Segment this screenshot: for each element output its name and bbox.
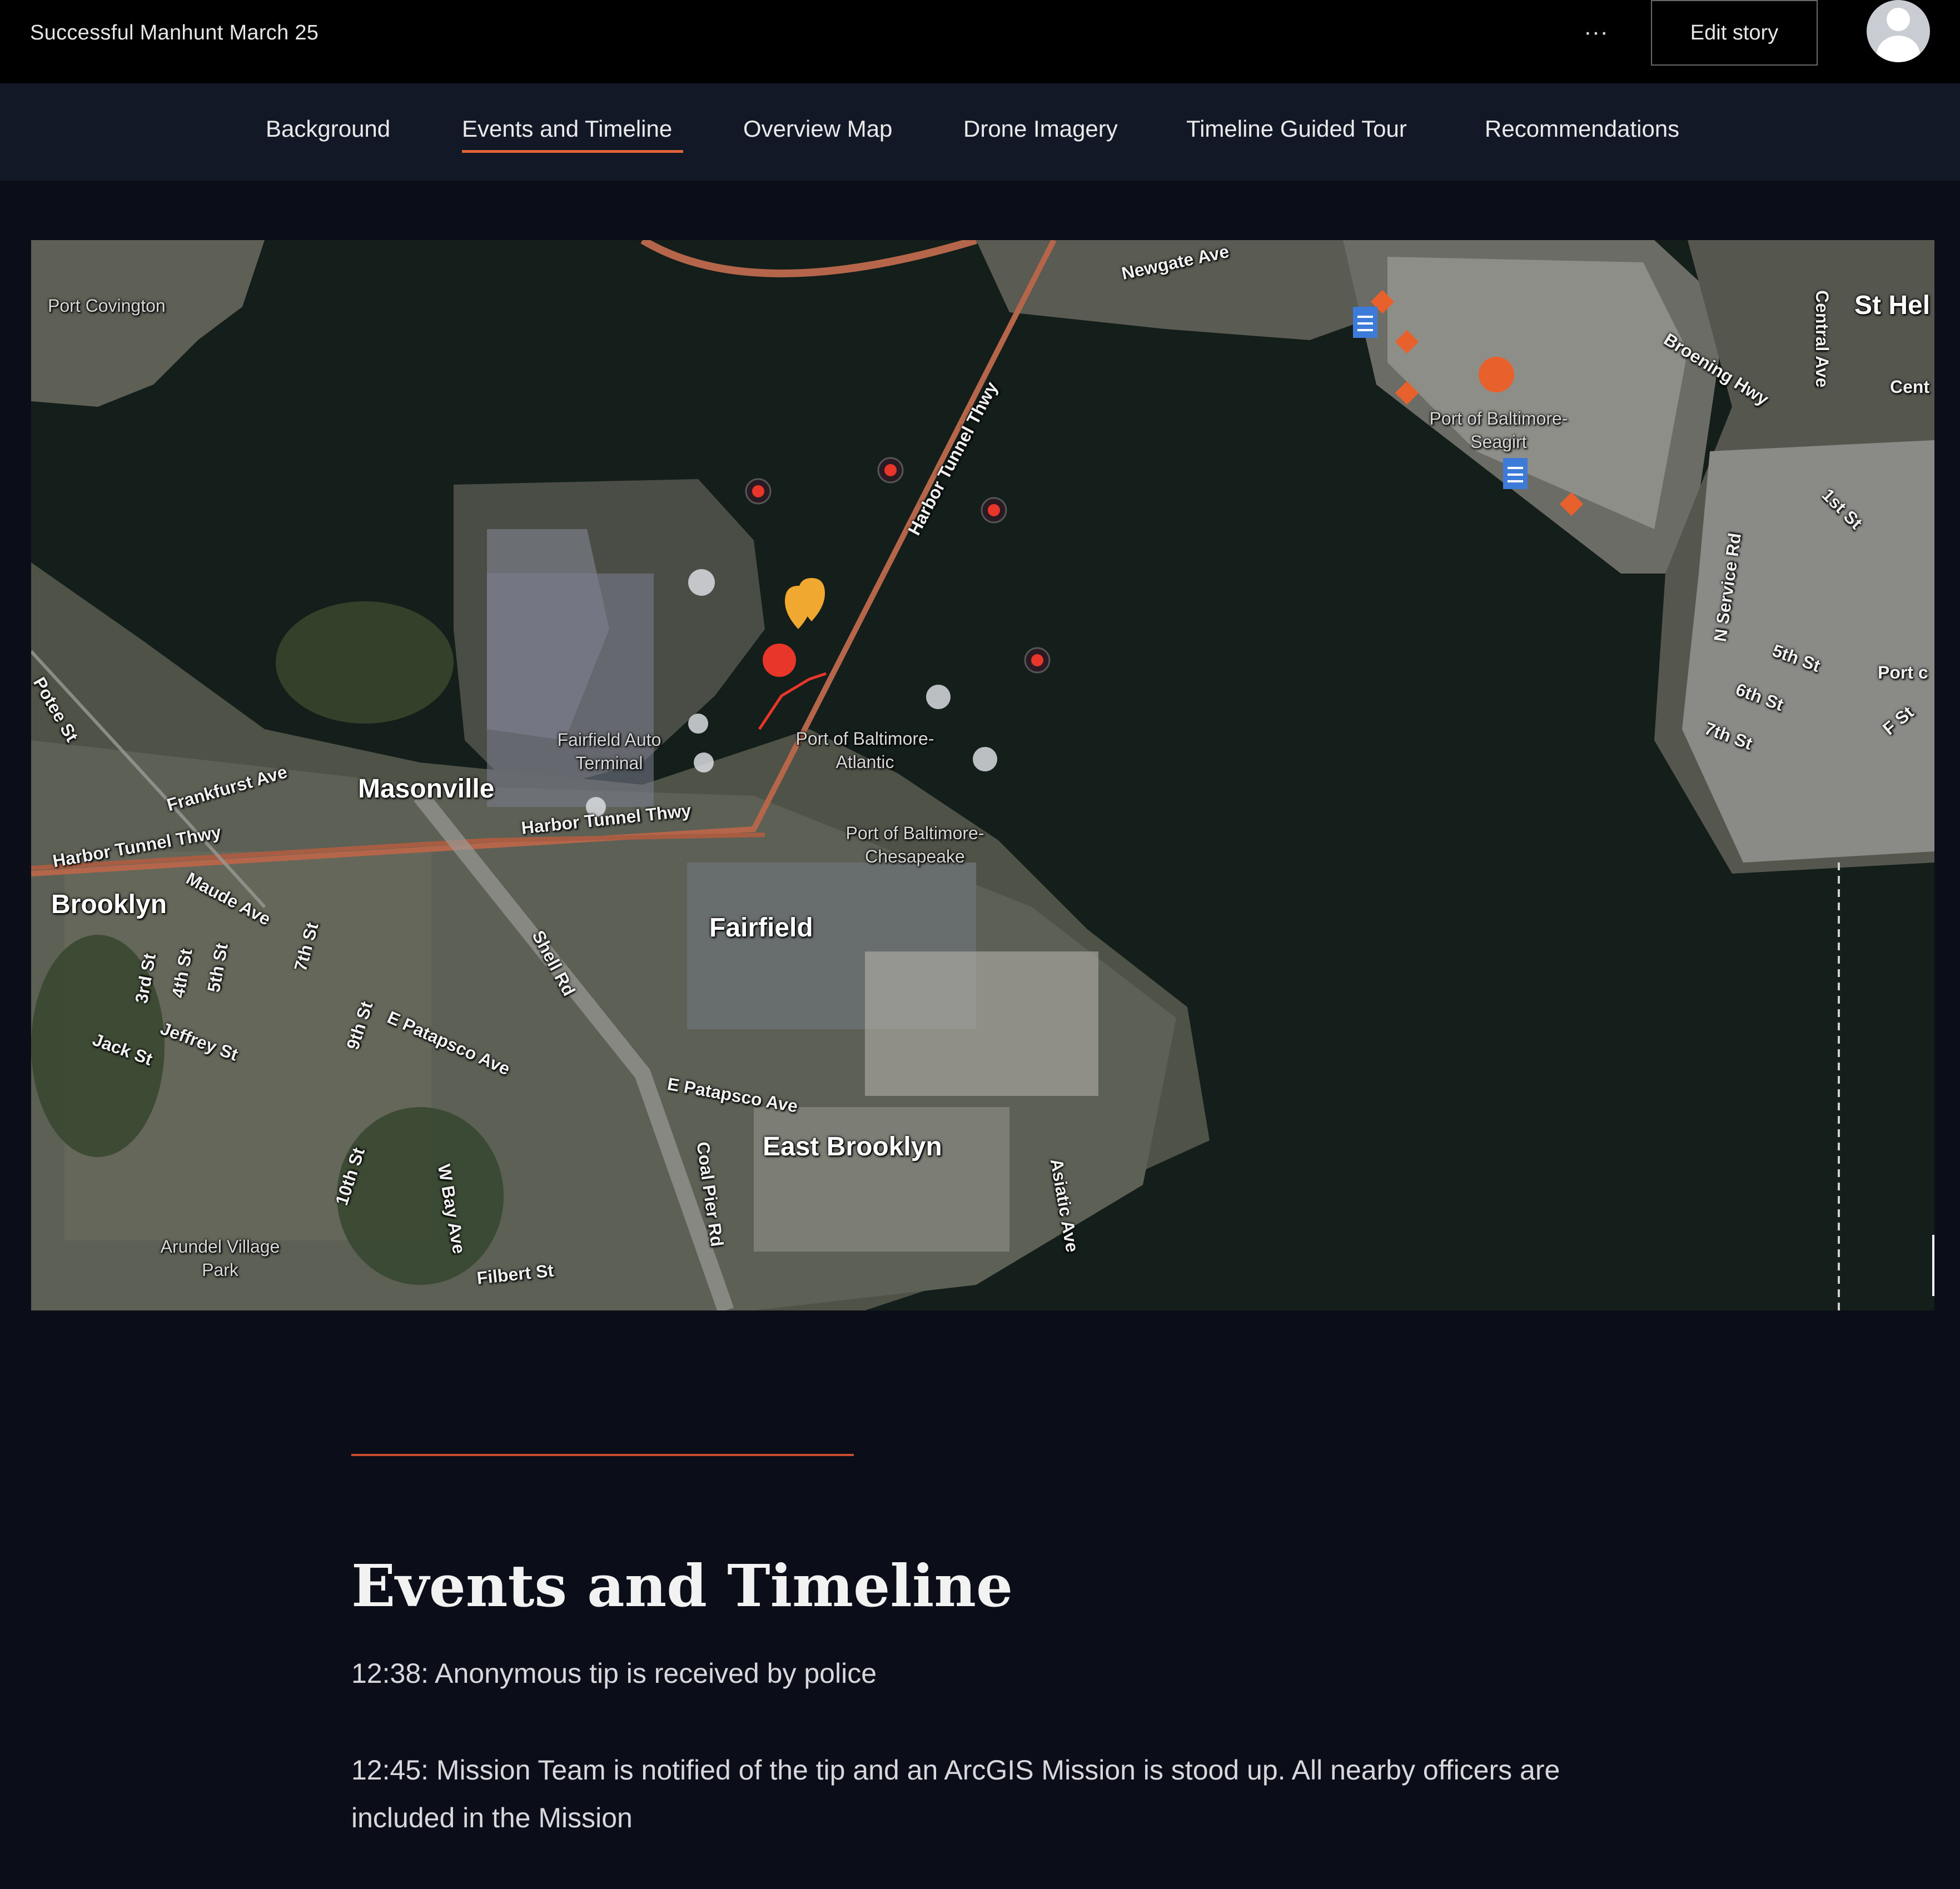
story-navigation: Background Events and Timeline Overview … xyxy=(0,83,1960,181)
map-label-cent: Cent xyxy=(1890,377,1930,397)
diamond-marker-icon[interactable] xyxy=(1559,492,1584,516)
user-avatar-icon[interactable] xyxy=(1867,0,1930,62)
map-label-st-helena: St Hel xyxy=(1854,291,1931,320)
map-label-port-chesapeake: Port of Baltimore-Chesapeake xyxy=(845,823,984,866)
map-label-seagirt: Port of Baltimore-Seagirt xyxy=(1429,408,1568,452)
document-icon[interactable] xyxy=(1353,307,1377,338)
nav-item-drone-imagery[interactable]: Drone Imagery xyxy=(963,116,1118,142)
map-label-arundel-village-park: Arundel Village Park xyxy=(160,1237,280,1280)
section-divider xyxy=(351,1454,854,1456)
nav-item-recommendations[interactable]: Recommendations xyxy=(1485,116,1679,142)
section-heading: Events and Timeline xyxy=(351,1552,1013,1620)
map-label-brooklyn: Brooklyn xyxy=(51,890,167,919)
map-label-port-atlantic: Port of Baltimore-Atlantic xyxy=(795,729,934,772)
document-icon[interactable] xyxy=(1503,458,1528,489)
timeline-entry: 12:38: Anonymous tip is received by poli… xyxy=(351,1658,877,1689)
timeline-entry: 12:45: Mission Team is notified of the t… xyxy=(351,1755,1560,1833)
nav-item-overview-map[interactable]: Overview Map xyxy=(743,116,892,142)
nav-item-timeline-guided-tour[interactable]: Timeline Guided Tour xyxy=(1186,116,1407,142)
police-marker-icon[interactable] xyxy=(745,478,772,505)
police-marker-icon[interactable] xyxy=(981,497,1007,524)
nav-item-background[interactable]: Background xyxy=(266,116,390,142)
map-label-port-covington: Port Covington xyxy=(48,296,166,316)
story-title: Successful Manhunt March 25 xyxy=(30,21,319,44)
incident-marker-icon[interactable] xyxy=(1479,357,1514,392)
incident-marker-icon[interactable] xyxy=(763,644,796,677)
pin-icon[interactable] xyxy=(785,578,825,629)
map-label-fairfield-auto-terminal: Fairfield Auto Terminal xyxy=(557,730,661,773)
diamond-marker-icon[interactable] xyxy=(1395,330,1419,354)
edit-story-button[interactable]: Edit story xyxy=(1651,0,1818,66)
map-label-fairfield: Fairfield xyxy=(709,913,813,943)
diamond-marker-icon[interactable] xyxy=(1395,381,1419,405)
top-bar: Successful Manhunt March 25 ··· Edit sto… xyxy=(0,0,1960,83)
satellite-map[interactable]: Port Covington Newgate Ave St Hel Centra… xyxy=(31,240,1934,1310)
map-label-masonville: Masonville xyxy=(358,774,495,804)
map-label-east-brooklyn: East Brooklyn xyxy=(763,1132,942,1162)
more-options-button[interactable]: ··· xyxy=(1576,16,1615,54)
police-marker-icon[interactable] xyxy=(1024,647,1051,674)
active-nav-indicator xyxy=(462,150,683,153)
map-label-port-c: Port c xyxy=(1878,662,1928,682)
map-label-central-ave: Central Ave xyxy=(1812,290,1832,388)
police-marker-icon[interactable] xyxy=(877,457,904,484)
nav-item-events-and-timeline[interactable]: Events and Timeline xyxy=(462,116,672,147)
